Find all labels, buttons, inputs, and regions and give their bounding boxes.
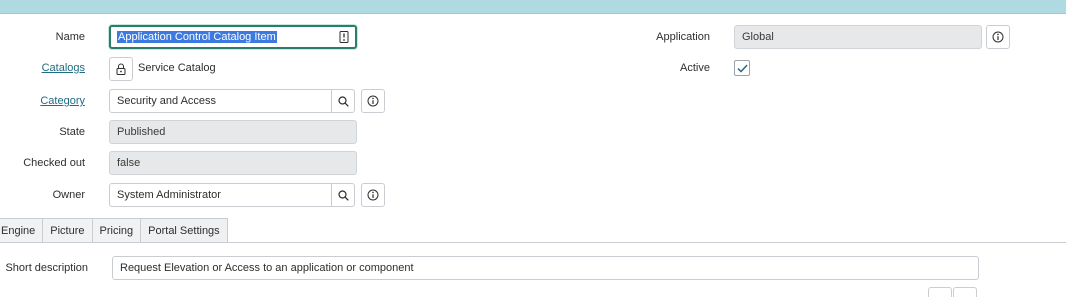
short-description-label: Short description	[5, 262, 88, 274]
category-info-button[interactable]	[361, 89, 385, 113]
state-label: State	[59, 126, 85, 138]
checked-out-label: Checked out	[23, 157, 85, 169]
tab-pricing[interactable]: Pricing	[92, 218, 142, 242]
active-label: Active	[680, 62, 710, 74]
top-header-bar	[0, 0, 1066, 14]
state-field: Published	[109, 120, 357, 144]
field-action-icon[interactable]	[339, 31, 349, 43]
category-search-button[interactable]	[331, 89, 355, 113]
catalogs-label-link[interactable]: Catalogs	[0, 62, 85, 74]
name-field[interactable]: Application Control Catalog Item	[109, 25, 357, 49]
owner-field[interactable]: System Administrator	[109, 183, 332, 207]
search-icon	[337, 95, 349, 107]
name-value: Application Control Catalog Item	[117, 31, 277, 43]
tab-engine[interactable]: Engine	[0, 218, 44, 242]
info-icon	[992, 31, 1004, 43]
info-icon	[367, 95, 379, 107]
catalogs-value: Service Catalog	[138, 62, 216, 74]
name-label: Name	[55, 31, 85, 43]
active-checkbox[interactable]	[734, 60, 750, 76]
bottom-button-partial[interactable]	[928, 287, 952, 297]
category-field[interactable]: Security and Access	[109, 89, 332, 113]
tab-picture[interactable]: Picture	[43, 218, 93, 242]
application-label: Application	[656, 31, 710, 43]
checked-out-field: false	[109, 151, 357, 175]
owner-search-button[interactable]	[331, 183, 355, 207]
owner-info-button[interactable]	[361, 183, 385, 207]
tab-portal-settings[interactable]: Portal Settings	[141, 218, 228, 242]
lock-icon	[116, 63, 126, 75]
application-field: Global	[734, 25, 982, 49]
application-info-button[interactable]	[986, 25, 1010, 49]
tab-divider	[0, 242, 1066, 243]
info-icon	[367, 189, 379, 201]
owner-label: Owner	[52, 189, 85, 201]
checkmark-icon	[736, 64, 748, 73]
catalogs-lock-button[interactable]	[109, 57, 133, 81]
form-tabs: Engine Picture Pricing Portal Settings	[0, 218, 228, 243]
search-icon	[337, 189, 349, 201]
category-label-link[interactable]: Category	[0, 95, 85, 107]
bottom-button-partial[interactable]	[953, 287, 977, 297]
short-description-field[interactable]: Request Elevation or Access to an applic…	[112, 256, 979, 280]
